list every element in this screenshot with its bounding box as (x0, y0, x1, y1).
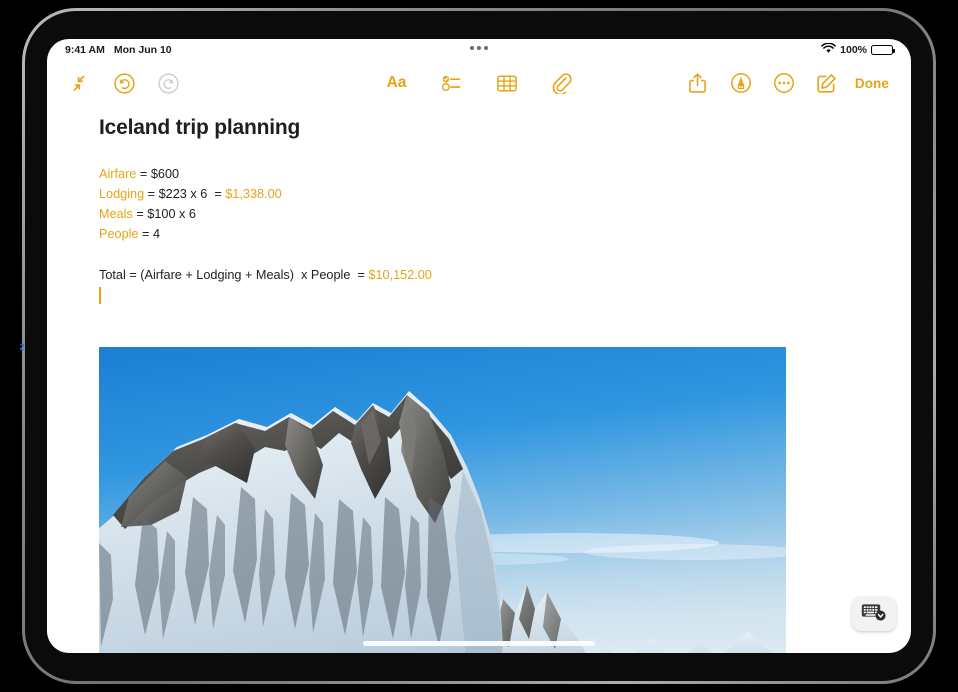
note-line: Meals = $100 x 6 (99, 204, 911, 224)
total-result: $10,152.00 (368, 268, 432, 282)
note-line: Lodging = $223 x 6 = $1,338.00 (99, 184, 911, 204)
done-button[interactable]: Done (853, 72, 895, 95)
total-expression: Total = (Airfare + Lodging + Meals) x Pe… (99, 268, 369, 282)
attachment-icon[interactable] (545, 66, 579, 100)
wifi-icon (821, 42, 836, 57)
variable-expression: = $600 (136, 167, 180, 181)
collapse-icon[interactable] (63, 66, 97, 100)
undo-icon[interactable] (107, 66, 141, 100)
note-toolbar: Aa Done (47, 61, 911, 105)
toolbar-left-group (63, 66, 185, 100)
status-date: Mon Jun 10 (113, 44, 172, 56)
status-bar: 9:41 AM Mon Jun 10 100% (47, 39, 911, 61)
share-icon[interactable] (681, 66, 715, 100)
note-photo-attachment[interactable] (99, 347, 786, 653)
format-text-icon[interactable]: Aa (380, 66, 414, 100)
home-indicator[interactable] (363, 641, 595, 646)
note-line: People = 4 (99, 224, 911, 244)
redo-icon (151, 66, 185, 100)
variable-expression: = $223 x 6 = (144, 187, 226, 201)
variable-name: Lodging (99, 187, 145, 201)
format-text-label: Aa (386, 74, 407, 91)
status-time: 9:41 AM (65, 44, 105, 56)
handle-dot (484, 46, 488, 50)
battery-full-icon (871, 44, 895, 56)
note-content-area[interactable]: Iceland trip planning Airfare = $600 Lod… (47, 105, 911, 653)
status-bar-right: 100% (821, 42, 895, 57)
text-cursor (99, 287, 101, 304)
callout-marker-2: 2 (19, 342, 25, 352)
hide-keyboard-button[interactable] (852, 597, 896, 631)
handle-dot (470, 46, 474, 50)
toolbar-center-group: Aa (380, 66, 579, 100)
multitasking-handle-icon[interactable] (470, 46, 488, 50)
variable-expression: = 4 (138, 227, 161, 241)
ipad-screen: 9:41 AM Mon Jun 10 100% Aa Done Iceland … (47, 39, 911, 653)
handle-dot (477, 46, 481, 50)
variable-name: Meals (99, 207, 133, 221)
checklist-icon[interactable] (435, 66, 469, 100)
variable-result: $1,338.00 (225, 187, 282, 201)
variable-name: People (99, 227, 139, 241)
compose-icon[interactable] (810, 66, 844, 100)
more-icon[interactable] (767, 66, 801, 100)
note-line: Airfare = $600 (99, 164, 911, 184)
note-total-line: Total = (Airfare + Lodging + Meals) x Pe… (47, 244, 911, 285)
note-title: Iceland trip planning (99, 116, 301, 139)
markup-icon[interactable] (724, 66, 758, 100)
variable-expression: = $100 x 6 (132, 207, 196, 221)
mountain-photo-illustration (99, 347, 786, 653)
toolbar-right-group: Done (681, 66, 895, 100)
hide-keyboard-icon (861, 602, 887, 627)
status-bar-left: 9:41 AM Mon Jun 10 (65, 44, 172, 56)
battery-percent-label: 100% (840, 44, 867, 56)
note-variable-lines: Airfare = $600 Lodging = $223 x 6 = $1,3… (47, 138, 911, 244)
variable-name: Airfare (99, 167, 137, 181)
table-icon[interactable] (490, 66, 524, 100)
